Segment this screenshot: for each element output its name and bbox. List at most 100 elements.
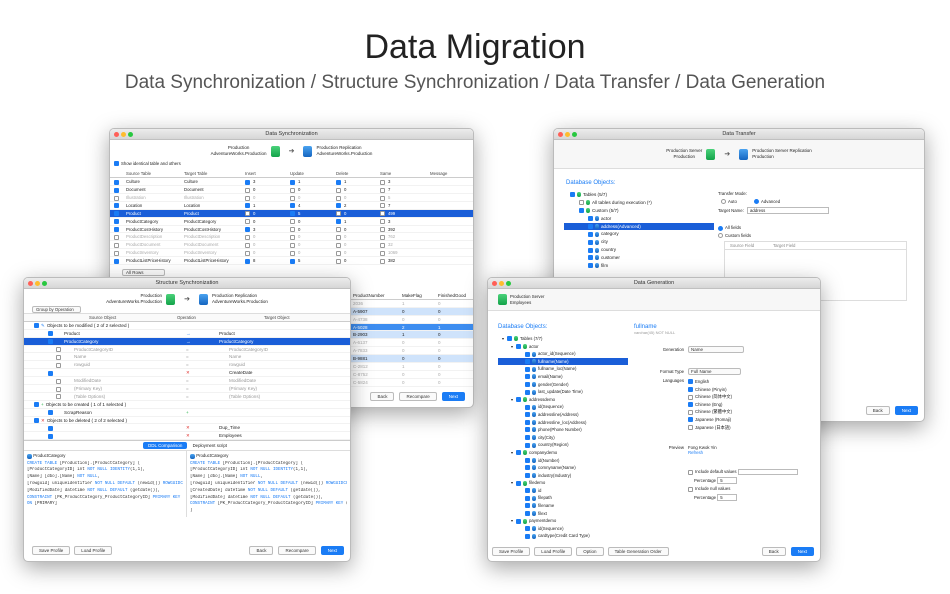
op-checkbox[interactable] [336,211,341,217]
tree-checkbox[interactable] [516,480,521,486]
include-null-checkbox[interactable] [688,486,693,492]
tree-item[interactable]: ▾ actor [498,343,628,351]
advanced-radio[interactable] [754,199,760,205]
op-checkbox[interactable] [290,211,295,217]
object-checkbox[interactable] [48,370,53,376]
object-row[interactable]: ✕ CreateDate [24,369,350,378]
tree-item[interactable]: ▾ paymentdemo [498,517,628,525]
language-checkbox[interactable] [688,394,693,400]
op-checkbox[interactable] [290,195,295,201]
grid-row[interactable]: A-7833 0 0 [350,347,473,356]
language-option[interactable]: Japanese (Romaji) [688,416,732,424]
group-header[interactable]: + Objects to be created ( 1 of 1 selected… [24,401,350,409]
op-checkbox[interactable] [245,195,250,201]
tree-checkbox[interactable] [525,526,530,532]
table-generation-order-button[interactable]: Table Generation Order [607,547,669,556]
op-checkbox[interactable] [336,250,341,256]
grid-row[interactable]: B-2903 1 0 [350,331,473,340]
tree-checkbox[interactable] [579,200,584,206]
op-checkbox[interactable] [245,179,250,185]
table-row[interactable]: ProductDocument ProductDocument 0 0 0 32 [110,241,473,250]
table-row[interactable]: ProductListPriceHistory ProductListPriceH… [110,257,473,266]
table-row[interactable]: ProductDescription ProductDescription 0 0 0 7… [110,233,473,242]
save-profile-button[interactable]: Save Profile [492,547,531,556]
auto-radio[interactable] [721,199,726,205]
tree-checkbox[interactable] [588,263,593,269]
row-checkbox[interactable] [114,250,119,256]
object-row[interactable]: ProductCategoryID = ProductCategoryID [24,346,350,354]
op-checkbox[interactable] [245,211,250,217]
tree-checkbox[interactable] [525,457,530,463]
object-checkbox[interactable] [48,425,53,431]
op-checkbox[interactable] [336,187,341,193]
tree-item[interactable]: filename [498,502,628,510]
same-checkbox[interactable] [380,258,385,264]
object-row[interactable]: Name = Name [24,353,350,362]
same-checkbox[interactable] [380,187,385,193]
table-row[interactable]: ProductCategory ProductCategory 0 0 1 3 [110,218,473,226]
tree-checkbox[interactable] [525,495,530,501]
language-checkbox[interactable] [688,424,693,430]
all-fields-radio[interactable] [718,225,723,231]
tree-item[interactable]: fullname_loc(Name) [498,365,628,373]
tree-checkbox[interactable] [516,450,521,456]
group-by-select[interactable]: Group by Operation [32,306,81,313]
recompare-button[interactable]: Recompare [278,546,316,555]
object-checkbox[interactable] [56,378,61,384]
tree-item[interactable]: addressline_loc(Address) [498,419,628,427]
language-option[interactable]: English [688,378,732,386]
tree-checkbox[interactable] [525,435,530,441]
op-checkbox[interactable] [290,250,295,256]
next-button[interactable]: Next [790,547,814,556]
format-type-select[interactable]: Full Name [688,368,741,375]
next-button[interactable]: Next [320,546,344,555]
back-button[interactable]: Back [370,392,395,401]
load-profile-button[interactable]: Load Profile [534,547,573,556]
grid-row[interactable]: A-5028 2 1 [350,323,473,332]
grid-row[interactable]: A-5907 0 0 [350,307,473,316]
tree-checkbox[interactable] [525,419,530,425]
grid-row[interactable]: 2036 1 0 [350,300,473,308]
save-profile-button[interactable]: Save Profile [32,546,71,555]
target-name-input[interactable]: address [747,207,829,215]
tree-checkbox[interactable] [507,336,512,342]
op-checkbox[interactable] [290,242,295,248]
row-checkbox[interactable] [114,219,119,225]
language-option[interactable]: Chinese (繁體中文) [688,408,732,416]
object-row[interactable]: Product → Product [24,330,350,338]
tree-item[interactable]: address(Advanced) [564,222,714,231]
tree-item[interactable]: category [564,230,714,238]
same-checkbox[interactable] [380,179,385,185]
tree-checkbox[interactable] [525,381,530,387]
tab-ddl-comparison[interactable]: DDL Comparison [143,442,188,450]
table-row[interactable]: Culture Culture 3 1 1 3 [110,178,473,187]
object-checkbox[interactable] [56,386,61,392]
group-checkbox[interactable] [34,417,39,423]
group-header[interactable]: ✎ Objects to be modified ( 2 of 2 selecte… [24,322,350,330]
same-checkbox[interactable] [380,195,385,201]
object-checkbox[interactable] [48,410,53,416]
grid-row[interactable]: B-9881 0 0 [350,355,473,364]
op-checkbox[interactable] [245,203,250,209]
back-button[interactable]: Back [249,546,274,555]
language-checkbox[interactable] [688,417,693,423]
option-button[interactable]: Option [576,547,604,556]
object-row[interactable]: (Table Options) = (Table Options) [24,393,350,401]
group-checkbox[interactable] [34,323,39,329]
language-option[interactable]: Chinese (简体中文) [688,393,732,401]
tree-item[interactable]: filepath [498,494,628,502]
next-button[interactable]: Next [441,392,465,401]
custom-fields-radio[interactable] [718,233,723,239]
language-option[interactable]: Chinese (Pinyin) [688,386,732,394]
tree-item[interactable]: actor_id(Sequence) [498,350,628,358]
row-checkbox[interactable] [114,211,119,217]
tree-checkbox[interactable] [525,366,530,372]
tree-item[interactable]: country [564,246,714,254]
op-checkbox[interactable] [245,187,250,193]
row-checkbox[interactable] [114,203,119,209]
tree-item[interactable]: phone(Phone Number) [498,426,628,434]
row-checkbox[interactable] [114,179,119,185]
language-option[interactable]: Chinese (Eng) [688,401,732,409]
tree-checkbox[interactable] [525,374,530,380]
object-row[interactable]: ProductCategory → ProductCategory [24,337,350,346]
